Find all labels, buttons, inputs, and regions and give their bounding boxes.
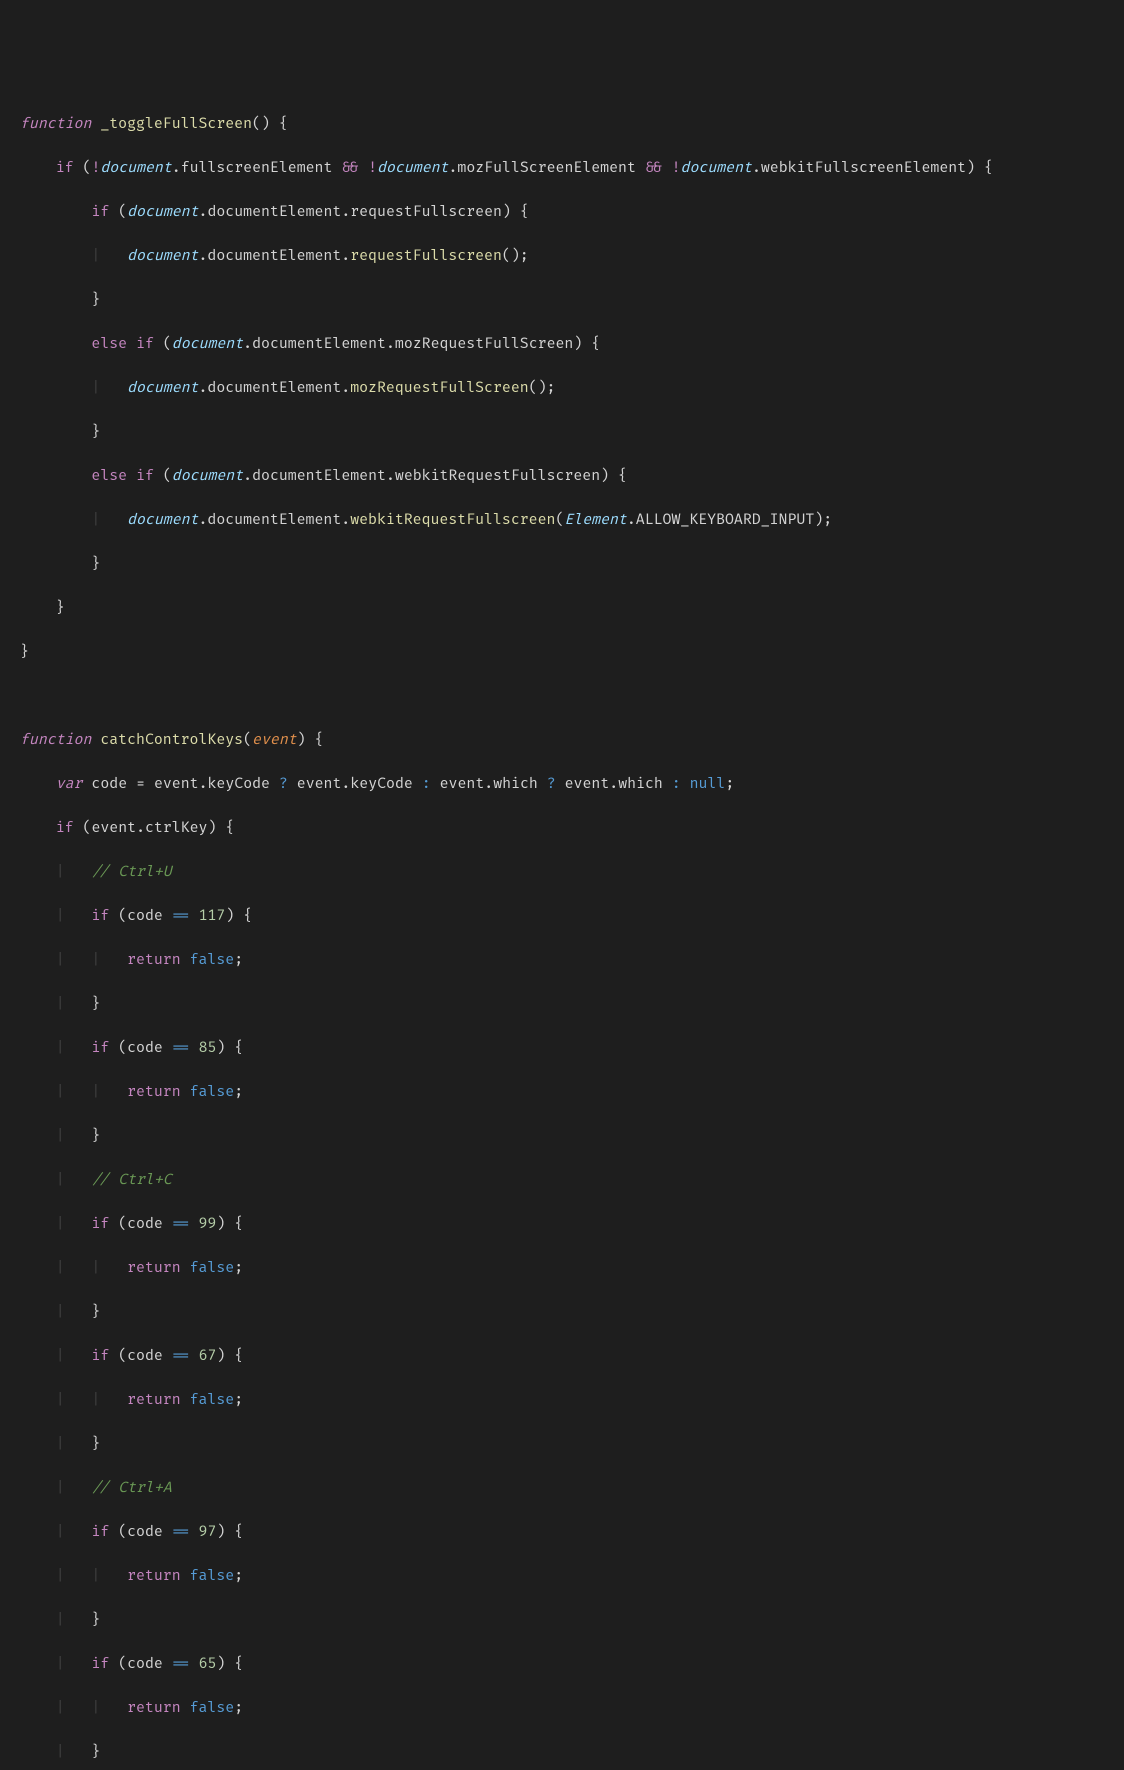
code-line: | if (code == 97) { — [0, 1522, 1124, 1544]
code-line: | if (code == 117) { — [0, 906, 1124, 928]
code-line: | document.documentElement.requestFullsc… — [0, 246, 1124, 268]
code-line: else if (document.documentElement.mozReq… — [0, 334, 1124, 356]
code-line: function _toggleFullScreen() { — [0, 114, 1124, 136]
code-line: function catchControlKeys(event) { — [0, 730, 1124, 752]
code-line: | } — [0, 1126, 1124, 1148]
keyword-if: if — [56, 160, 74, 177]
code-line — [0, 686, 1124, 708]
code-line: | | return false; — [0, 1698, 1124, 1720]
comment: // Ctrl+A — [91, 1480, 171, 1497]
code-line: } — [0, 598, 1124, 620]
keyword-return: return — [127, 952, 181, 969]
code-line: | } — [0, 1742, 1124, 1764]
code-line: } — [0, 422, 1124, 444]
code-line: | } — [0, 994, 1124, 1016]
code-line: | if (code == 99) { — [0, 1214, 1124, 1236]
code-line: | if (code == 85) { — [0, 1038, 1124, 1060]
code-line: | // Ctrl+U — [0, 862, 1124, 884]
code-line: } — [0, 554, 1124, 576]
comment: // Ctrl+U — [91, 864, 171, 881]
code-line: if (event.ctrlKey) { — [0, 818, 1124, 840]
code-line: | document.documentElement.webkitRequest… — [0, 510, 1124, 532]
function-name: _toggleFullScreen — [100, 116, 252, 133]
code-line: | | return false; — [0, 1390, 1124, 1412]
keyword-function: function — [20, 116, 91, 133]
code-line: | if (code == 67) { — [0, 1346, 1124, 1368]
code-line: if (!document.fullscreenElement && !docu… — [0, 158, 1124, 180]
code-line: | } — [0, 1610, 1124, 1632]
code-line: else if (document.documentElement.webkit… — [0, 466, 1124, 488]
code-line: | // Ctrl+A — [0, 1478, 1124, 1500]
code-line: } — [0, 642, 1124, 664]
code-line: | | return false; — [0, 950, 1124, 972]
keyword-var: var — [56, 776, 83, 793]
comment: // Ctrl+C — [91, 1172, 171, 1189]
code-line: | if (code == 65) { — [0, 1654, 1124, 1676]
keyword-else: else — [91, 336, 127, 353]
code-line: if (document.documentElement.requestFull… — [0, 202, 1124, 224]
code-line: | } — [0, 1302, 1124, 1324]
code-line: | } — [0, 1434, 1124, 1456]
code-line: | | return false; — [0, 1258, 1124, 1280]
param-event: event — [252, 732, 297, 749]
code-line: | | return false; — [0, 1566, 1124, 1588]
code-line: | document.documentElement.mozRequestFul… — [0, 378, 1124, 400]
code-line: | // Ctrl+C — [0, 1170, 1124, 1192]
function-name: catchControlKeys — [100, 732, 243, 749]
code-line: | | return false; — [0, 1082, 1124, 1104]
keyword-if: if — [91, 204, 109, 221]
code-line: var code = event.keyCode ? event.keyCode… — [0, 774, 1124, 796]
code-editor[interactable]: function _toggleFullScreen() { if (!docu… — [0, 92, 1124, 1770]
code-line: } — [0, 290, 1124, 312]
